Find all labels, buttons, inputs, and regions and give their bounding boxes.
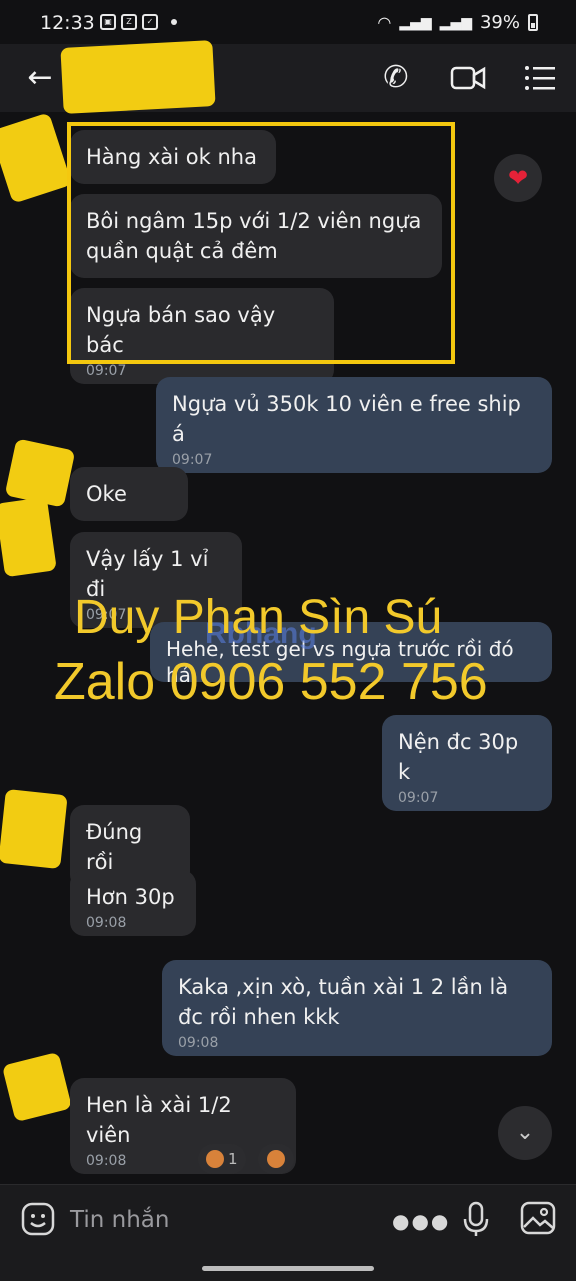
wifi-icon: ◠ [377,13,392,32]
message-time: 09:08 [86,1153,127,1169]
battery-icon [528,14,538,31]
gallery-icon: ▣ [100,14,116,30]
signal-icon-2: ▂▄▆ [439,14,472,31]
video-camera-icon[interactable] [448,58,488,98]
message-text: Đúng rồi [86,820,143,874]
add-reaction-button[interactable] [258,1144,294,1174]
arrow-left-icon[interactable]: ← [20,58,60,98]
watermark-phone: Zalo 0906 552 756 [54,653,488,711]
notification-icons: ▣ Z ✓ [100,14,177,30]
message-time: 09:07 [398,790,439,806]
status-time: 12:33 [40,12,95,34]
message-text: Oke [86,482,127,506]
redaction-mark [0,112,73,204]
microphone-icon[interactable] [456,1201,496,1241]
message-time: 09:07 [172,452,213,468]
redaction-mark [0,496,57,578]
double-chevron-down-icon: ⌄ [515,1120,535,1145]
image-gallery-icon[interactable] [518,1201,558,1241]
chat-header: ← ✆ [0,40,576,114]
message-text: Hơn 30p [86,885,175,909]
message-text: Kaka ,xịn xò, tuần xài 1 2 lần là đc rồi… [178,975,509,1029]
redaction-mark [60,40,216,114]
highlight-box [67,122,455,364]
message-incoming[interactable]: Oke [70,467,188,521]
heart-reaction-icon[interactable]: ❤ [494,154,542,202]
message-time: 09:08 [86,915,127,931]
reaction-badge[interactable]: 1 [198,1144,246,1174]
phone-icon[interactable]: ✆ [376,58,416,98]
reaction-count: 1 [228,1150,238,1168]
message-outgoing[interactable]: Ngựa vủ 350k 10 viên e free ship á 09:07 [156,377,552,473]
message-text: Hen là xài 1/2 viên [86,1093,232,1147]
scroll-down-button[interactable]: ⌄ [498,1106,552,1160]
home-indicator[interactable] [202,1266,374,1271]
message-input[interactable]: Tin nhắn [70,1207,169,1233]
laugh-emoji-icon [206,1150,224,1168]
status-bar: 12:33 ▣ Z ✓ ◠ ▂▄▆ ▂▄▆ 39% [0,0,576,44]
signal-icon: ▂▄▆ [399,14,432,31]
message-text: Nện đc 30p k [398,730,519,784]
message-time: 09:08 [178,1035,219,1051]
status-right: ◠ ▂▄▆ ▂▄▆ 39% [377,12,538,33]
redaction-mark [1,1051,73,1123]
sticker-smiley-icon[interactable] [18,1201,58,1241]
redaction-mark [0,788,68,870]
chat-area[interactable]: Hàng xài ok nha Bôi ngâm 15p với 1/2 viê… [0,112,576,1184]
check-icon: ✓ [142,14,158,30]
battery-percent: 39% [479,12,520,33]
message-outgoing[interactable]: Nện đc 30p k 09:07 [382,715,552,811]
more-options-icon[interactable]: ●●● [392,1201,448,1241]
message-outgoing[interactable]: Kaka ,xịn xò, tuần xài 1 2 lần là đc rồi… [162,960,552,1056]
laugh-emoji-icon [267,1150,285,1168]
message-incoming[interactable]: Hơn 30p 09:08 [70,870,196,936]
message-text: Ngựa vủ 350k 10 viên e free ship á [172,392,521,446]
zalo-icon: Z [121,14,137,30]
more-notifications-dot-icon [171,19,177,25]
watermark-name: Duy Phan Sìn Sú [74,591,443,644]
list-menu-icon[interactable] [520,58,560,98]
